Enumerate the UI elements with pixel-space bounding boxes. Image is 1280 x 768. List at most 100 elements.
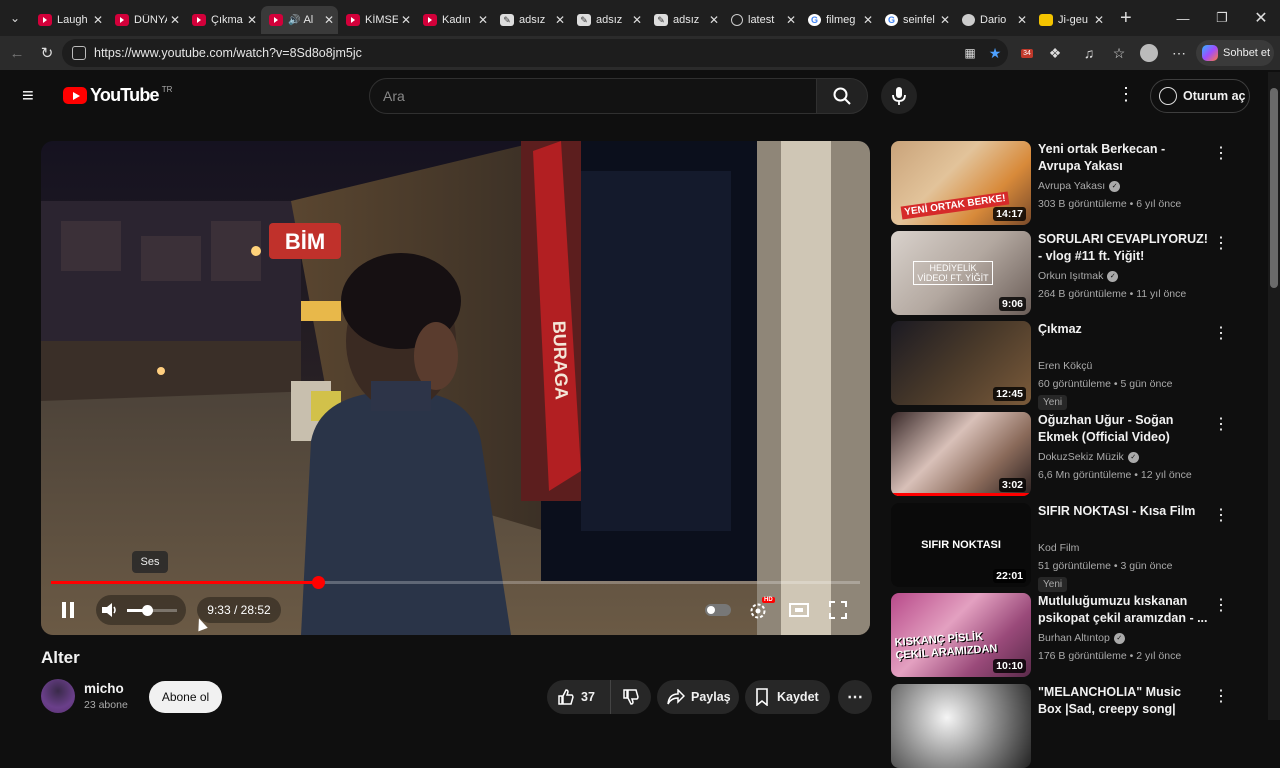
close-tab-icon[interactable]: ✕ (478, 13, 488, 27)
guide-menu-icon[interactable]: ≡ (22, 86, 46, 106)
app-available-icon[interactable]: ▦ (956, 38, 984, 68)
close-tab-icon[interactable]: ✕ (863, 13, 873, 27)
recommendation-card[interactable]: HEDİYELİK VİDEO! FT. YİĞİT 9:06 SORULARI C… (891, 231, 1261, 315)
recommendation-title[interactable]: Oğuzhan Uğur - Soğan Ekmek (Official Vid… (1038, 412, 1208, 446)
back-icon[interactable]: ← (2, 36, 32, 70)
volume-knob[interactable] (142, 605, 153, 616)
close-tab-icon[interactable]: ✕ (93, 13, 103, 27)
reload-icon[interactable]: ↻ (32, 36, 62, 70)
page-scrollbar[interactable] (1268, 72, 1280, 720)
close-window-icon[interactable]: ✕ (1242, 0, 1280, 36)
close-tab-icon[interactable]: ✕ (247, 13, 257, 27)
favorite-star-icon[interactable]: ★ (981, 38, 1009, 68)
close-tab-icon[interactable]: ✕ (709, 13, 719, 27)
extensions-icon[interactable]: ❖ (1041, 38, 1069, 68)
fullscreen-button[interactable] (823, 595, 853, 625)
read-aloud-icon[interactable]: ♫ (1075, 38, 1103, 68)
autoplay-toggle[interactable] (703, 595, 733, 625)
site-info-icon[interactable] (72, 46, 86, 60)
calendar-extension-icon[interactable]: 34 (1013, 38, 1041, 68)
pause-button[interactable] (53, 595, 83, 625)
progress-scrubber[interactable] (311, 576, 325, 589)
video-thumbnail[interactable]: HEDİYELİK VİDEO! FT. YİĞİT 9:06 (891, 231, 1031, 315)
recommendation-card[interactable]: 12:45 Çıkmaz Eren Kökçü 60 görüntüleme • 5 … (891, 321, 1261, 410)
settings-more-icon[interactable]: ⋮ (1116, 84, 1136, 108)
video-thumbnail[interactable]: 3:02 (891, 412, 1031, 496)
volume-slider[interactable] (127, 605, 177, 616)
profile-avatar-icon[interactable] (1135, 38, 1163, 68)
recommendation-menu-icon[interactable]: ⋮ (1213, 505, 1229, 525)
volume-icon[interactable] (98, 595, 124, 625)
recommendation-channel[interactable]: Burhan Altıntop ✓ (1038, 632, 1125, 644)
recommendation-channel[interactable]: Orkun Işıtmak ✓ (1038, 270, 1119, 282)
voice-search-button[interactable] (881, 78, 917, 114)
volume-control[interactable] (96, 595, 186, 625)
share-button[interactable]: Paylaş (657, 680, 739, 714)
video-thumbnail[interactable]: 12:45 (891, 321, 1031, 405)
close-tab-icon[interactable]: ✕ (940, 13, 950, 27)
url-field[interactable]: https://www.youtube.com/watch?v=8Sd8o8jm… (62, 39, 1008, 67)
minimize-icon[interactable]: — (1164, 0, 1202, 36)
settings-button[interactable]: HD (744, 595, 775, 625)
video-thumbnail[interactable]: YENİ ORTAK BERKE! 14:17 (891, 141, 1031, 225)
recommendation-menu-icon[interactable]: ⋮ (1213, 414, 1229, 434)
recommendation-card[interactable]: SIFIR NOKTASI 22:01 SIFIR NOKTASI - Kısa F… (891, 503, 1261, 592)
dislike-button[interactable] (611, 680, 651, 714)
recommendation-menu-icon[interactable]: ⋮ (1213, 143, 1229, 163)
scrollbar-thumb[interactable] (1270, 88, 1278, 288)
channel-avatar[interactable] (41, 679, 75, 713)
favorites-icon[interactable]: ☆ (1105, 38, 1133, 68)
recommendation-title[interactable]: Mutluluğumuzu kıskanan psikopat çekil ar… (1038, 593, 1208, 627)
browser-tab[interactable]: ✎ adsız ✕ (569, 6, 646, 34)
save-button[interactable]: Kaydet (745, 680, 830, 714)
recommendation-menu-icon[interactable]: ⋮ (1213, 233, 1229, 253)
like-button[interactable]: 37 (547, 680, 611, 714)
browser-tab[interactable]: ✎ adsız ✕ (492, 6, 569, 34)
close-tab-icon[interactable]: ✕ (170, 13, 180, 27)
tab-actions-menu-icon[interactable]: ⌄ (0, 0, 30, 36)
recommendation-channel[interactable]: Kod Film (1038, 542, 1079, 554)
recommendation-channel[interactable]: DokuzSekiz Müzik ✓ (1038, 451, 1139, 463)
signin-button[interactable]: Oturum aç (1150, 79, 1250, 113)
maximize-icon[interactable]: ❐ (1203, 0, 1241, 36)
close-tab-icon[interactable]: ✕ (1017, 13, 1027, 27)
search-button[interactable] (816, 78, 868, 114)
browser-menu-icon[interactable]: ⋯ (1165, 38, 1193, 68)
video-thumbnail[interactable]: KISKANÇ PİSLİK ÇEKİL ARAMIZDAN 10:10 (891, 593, 1031, 677)
progress-bar[interactable] (51, 576, 860, 589)
recommendation-title[interactable]: Çıkmaz (1038, 321, 1208, 338)
close-tab-icon[interactable]: ✕ (555, 13, 565, 27)
browser-tab[interactable]: Çıkma ✕ (184, 6, 261, 34)
recommendation-menu-icon[interactable]: ⋮ (1213, 323, 1229, 343)
browser-tab[interactable]: DÜNYA✕ (107, 6, 184, 34)
browser-tab[interactable]: Gseinfel ✕ (877, 6, 954, 34)
browser-tab[interactable]: 🔊 Al ✕ (261, 6, 338, 34)
recommendation-title[interactable]: SIFIR NOKTASI - Kısa Film (1038, 503, 1208, 520)
channel-name[interactable]: micho (84, 681, 124, 696)
youtube-logo[interactable]: YouTube TR (63, 85, 172, 106)
recommendation-channel[interactable]: Eren Kökçü (1038, 360, 1092, 372)
recommendation-menu-icon[interactable]: ⋮ (1213, 595, 1229, 615)
subscribe-button[interactable]: Abone ol (149, 681, 222, 713)
recommendation-title[interactable]: "MELANCHOLIA" Music Box |Sad, creepy son… (1038, 684, 1208, 718)
recommendation-title[interactable]: SORULARI CEVAPLIYORUZ! - vlog #11 ft. Yi… (1038, 231, 1208, 265)
browser-tab[interactable]: Laugh ✕ (30, 6, 107, 34)
recommendation-title[interactable]: Yeni ortak Berkecan - Avrupa Yakası (1038, 141, 1208, 175)
close-tab-icon[interactable]: ✕ (786, 13, 796, 27)
new-tab-icon[interactable]: + (1120, 7, 1132, 30)
browser-tab[interactable]: KİMSE ✕ (338, 6, 415, 34)
browser-tab[interactable]: Kadın ✕ (415, 6, 492, 34)
close-tab-icon[interactable]: ✕ (324, 13, 334, 27)
audio-playing-icon[interactable]: 🔊 (288, 15, 300, 26)
browser-tab[interactable]: Dario ✕ (954, 6, 1031, 34)
more-actions-icon[interactable]: ⋯ (838, 680, 872, 714)
browser-tab[interactable]: Ji-geu ✕ (1031, 6, 1108, 34)
recommendation-card[interactable]: 3:02 Oğuzhan Uğur - Soğan Ekmek (Official… (891, 412, 1261, 496)
browser-tab[interactable]: Gfilmeg ✕ (800, 6, 877, 34)
recommendation-card[interactable]: KISKANÇ PİSLİK ÇEKİL ARAMIZDAN 10:10 Mutlu… (891, 593, 1261, 677)
close-tab-icon[interactable]: ✕ (1094, 13, 1104, 27)
recommendation-card[interactable]: YENİ ORTAK BERKE! 14:17 Yeni ortak Berkeca… (891, 141, 1261, 225)
copilot-button[interactable]: Sohbet et (1196, 40, 1274, 66)
browser-tab[interactable]: ✎ adsız ✕ (646, 6, 723, 34)
video-thumbnail[interactable]: SIFIR NOKTASI 22:01 (891, 503, 1031, 587)
